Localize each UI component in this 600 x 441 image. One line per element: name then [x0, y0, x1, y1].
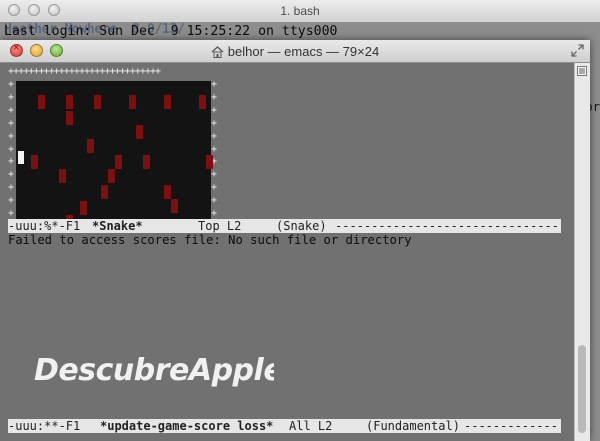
snake-segment — [66, 95, 73, 109]
snake-segment — [94, 95, 101, 109]
fullscreen-icon[interactable] — [571, 44, 584, 57]
modeline-mode: (Fundamental) — [366, 419, 460, 433]
snake-segment — [66, 111, 73, 125]
bash-window-title: 1. bash — [280, 4, 320, 18]
snake-segment — [199, 95, 206, 109]
modeline-position: Top L2 — [198, 219, 242, 233]
modeline-status: -uuu:%*-F1 — [8, 219, 81, 233]
board-top-border: ++++++++++++++++++++++++++++++ — [8, 66, 161, 77]
board-right-border: + + + + + + + + + + + — [211, 79, 218, 220]
snake-segment — [87, 139, 94, 153]
svg-text:DescubreApple: DescubreApple — [34, 353, 274, 388]
modeline-buffer-name: *update-game-score loss* — [100, 419, 274, 433]
modeline-position: All L2 — [289, 419, 333, 433]
snake-segment — [129, 95, 136, 109]
emacs-title-text: belhor — emacs — 79×24 — [227, 44, 380, 59]
modeline-buffer-name: *Snake* — [92, 219, 143, 233]
snake-segment — [171, 199, 178, 213]
snake-game-board: ++++++++++++++++++++++++++++++ + + + + +… — [8, 66, 219, 229]
snake-segment — [115, 155, 122, 169]
snake-segment — [59, 169, 66, 183]
snake-segment — [143, 155, 150, 169]
board-left-border: + + + + + + + + + + + — [8, 79, 15, 220]
emacs-window-title: belhor — emacs — 79×24 — [0, 44, 590, 59]
mode-line-update-game-score[interactable]: -uuu:**-F1 *update-game-score loss* All … — [8, 419, 561, 433]
snake-cursor — [18, 151, 24, 164]
snake-board-field — [16, 81, 211, 220]
snake-segment — [31, 155, 38, 169]
snake-segment — [101, 185, 108, 199]
scrollbar-thumb[interactable] — [578, 345, 586, 433]
modeline-status: -uuu:**-F1 — [8, 419, 81, 433]
descubreapple-watermark-logo: DescubreApple — [34, 353, 274, 388]
home-icon — [211, 46, 224, 58]
snake-segment — [108, 169, 115, 183]
modeline-dashes: ------------- — [464, 419, 558, 433]
bash-last-login-line: Last login: Sun Dec 9 15:25:22 on ttys00… — [4, 24, 338, 39]
snake-segment — [80, 201, 87, 215]
snake-segment — [164, 185, 171, 199]
vertical-scrollbar[interactable] — [574, 63, 590, 441]
snake-segment — [136, 125, 143, 139]
emacs-titlebar[interactable]: belhor — emacs — 79×24 — [0, 40, 590, 63]
snake-segment — [206, 155, 213, 169]
emacs-window: belhor — emacs — 79×24 +++++++++++++++++… — [0, 40, 590, 441]
mode-line-snake[interactable]: -uuu:%*-F1 *Snake* Top L2 (Snake) ------… — [8, 219, 561, 233]
snake-segment — [38, 95, 45, 109]
scroll-menu-icon[interactable] — [577, 66, 587, 76]
echo-area-message: Failed to access scores file: No such fi… — [8, 233, 412, 247]
bash-titlebar[interactable]: 1. bash — [0, 0, 600, 23]
modeline-dashes: ----------------------------------------… — [335, 219, 561, 233]
snake-segment — [164, 95, 171, 109]
modeline-mode: (Snake) — [276, 219, 327, 233]
emacs-buffer-area[interactable]: ++++++++++++++++++++++++++++++ + + + + +… — [0, 63, 574, 441]
